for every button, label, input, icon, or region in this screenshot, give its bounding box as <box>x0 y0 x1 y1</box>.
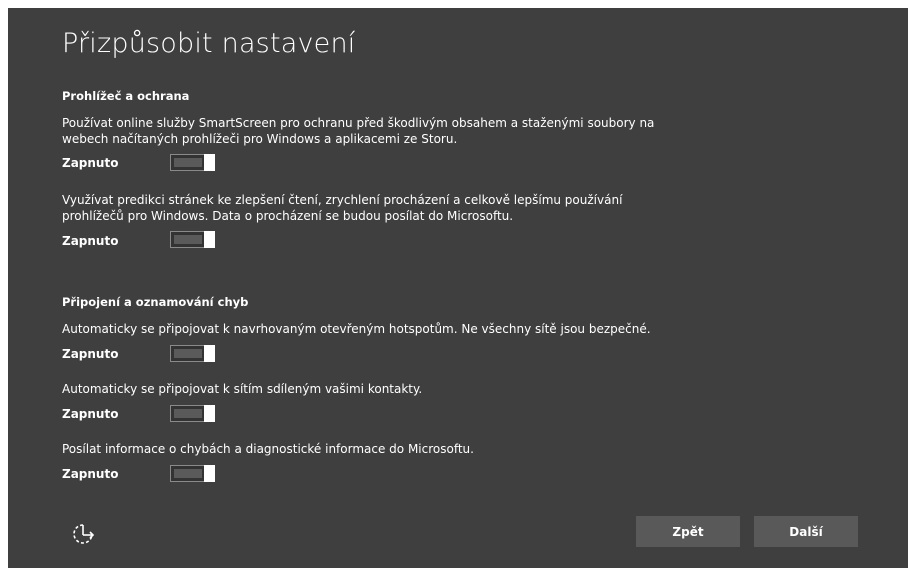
setting-hotspots-state: Zapnuto <box>62 347 119 361</box>
setting-error-reporting-toggle[interactable] <box>170 465 215 482</box>
setting-smartscreen-toggle[interactable] <box>170 154 215 171</box>
setting-contacts-networks-text: Automaticky se připojovat k sítím sdílen… <box>62 382 423 396</box>
setting-smartscreen-text: Používat online služby SmartScreen pro o… <box>62 116 655 146</box>
ease-of-access-glyph <box>73 524 95 544</box>
setting-contacts-networks-state: Zapnuto <box>62 407 119 421</box>
setting-hotspots-text: Automaticky se připojovat k navrhovaným … <box>62 322 651 336</box>
toggle-track <box>174 469 202 478</box>
toggle-knob <box>204 345 215 362</box>
toggle-track <box>174 409 202 418</box>
section-heading-browser-protection: Prohlížeč a ochrana <box>62 89 190 103</box>
toggle-knob <box>204 465 215 482</box>
setup-screen: Přizpůsobit nastavení Prohlížeč a ochran… <box>8 8 908 568</box>
toggle-knob <box>204 231 215 248</box>
setting-page-prediction-text: Využívat predikci stránek ke zlepšení čt… <box>62 193 623 223</box>
ease-of-access-icon[interactable] <box>68 520 98 550</box>
setting-page-prediction-toggle[interactable] <box>170 231 215 248</box>
toggle-track <box>174 235 202 244</box>
toggle-knob <box>204 154 215 171</box>
setting-error-reporting-text: Posílat informace o chybách a diagnostic… <box>62 442 474 456</box>
toggle-knob <box>204 405 215 422</box>
setting-error-reporting-state: Zapnuto <box>62 467 119 481</box>
setting-contacts-networks-toggle[interactable] <box>170 405 215 422</box>
setting-hotspots-toggle[interactable] <box>170 345 215 362</box>
setting-smartscreen-state: Zapnuto <box>62 156 119 170</box>
toggle-track <box>174 349 202 358</box>
setting-page-prediction-state: Zapnuto <box>62 234 119 248</box>
back-button[interactable]: Zpět <box>636 516 740 547</box>
toggle-track <box>174 158 202 167</box>
section-heading-connectivity-errors: Připojení a oznamování chyb <box>62 295 249 309</box>
next-button[interactable]: Další <box>754 516 858 547</box>
page-title: Přizpůsobit nastavení <box>62 28 356 59</box>
